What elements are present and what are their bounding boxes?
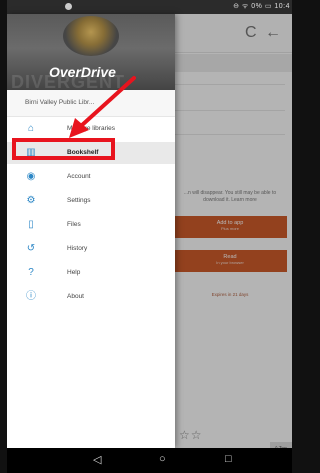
system-nav-bar: ◁ ○ □ [7, 448, 292, 473]
device-frame: ⊖ ᯤ 0% ▭ 10:4 C ← ⋮ ...n will disappear.… [7, 0, 292, 473]
recents-icon[interactable]: □ [225, 453, 232, 465]
back-icon[interactable]: ◁ [93, 453, 101, 466]
home-icon[interactable]: ○ [159, 453, 166, 465]
annotation-arrow [69, 76, 136, 138]
